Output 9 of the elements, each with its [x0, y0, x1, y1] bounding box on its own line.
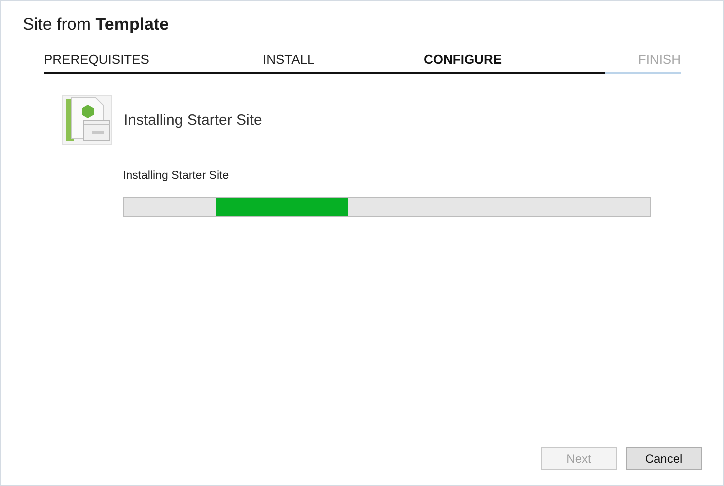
progress-label: Installing Starter Site	[123, 170, 230, 182]
status-heading: Installing Starter Site	[124, 112, 262, 128]
wizard-step: INSTALL	[263, 52, 424, 74]
window-title: Site from Template	[23, 15, 170, 35]
dialog-button[interactable]: Cancel	[626, 447, 702, 470]
package-icon	[62, 95, 112, 145]
wizard-step: PREREQUISITES	[44, 52, 263, 74]
wizard-step: CONFIGURE	[424, 52, 605, 74]
wizard-step: FINISH	[605, 52, 681, 74]
